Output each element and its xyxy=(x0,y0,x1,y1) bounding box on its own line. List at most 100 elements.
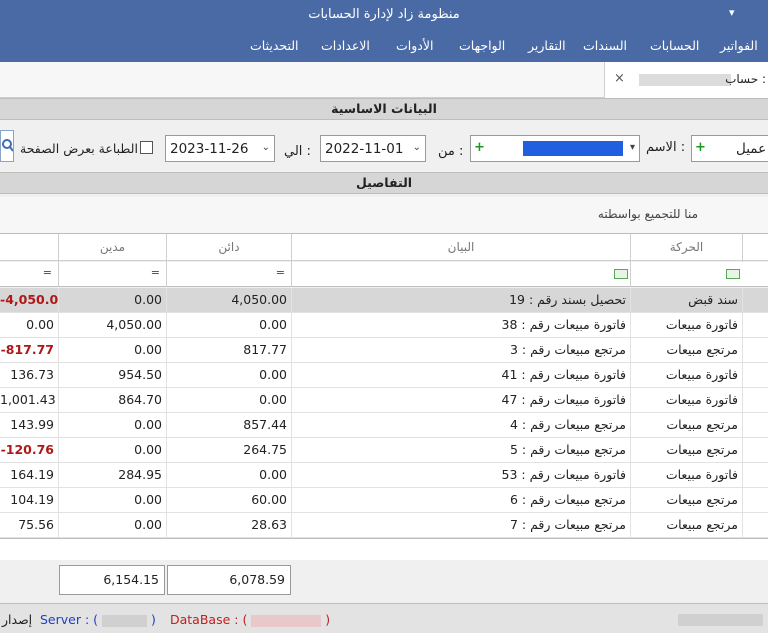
add-icon[interactable]: + xyxy=(695,140,706,155)
cell-balance[interactable]: 75.56 xyxy=(0,513,58,538)
cell-description[interactable]: فاتورة مبيعات رقم : 38 xyxy=(291,313,630,338)
filter-cell-balance[interactable]: = xyxy=(0,262,58,287)
menu-updates[interactable]: التحديثات xyxy=(250,38,299,53)
menu-views[interactable]: الواجهات xyxy=(459,38,505,53)
cell-balance[interactable]: 136.73 xyxy=(0,363,58,388)
cell-credit[interactable]: 264.75 xyxy=(166,438,291,463)
menu-vouchers[interactable]: السندات xyxy=(583,38,627,53)
cell-movement[interactable]: فاتورة مبيعات xyxy=(630,363,742,388)
cell-credit[interactable]: 0.00 xyxy=(166,463,291,488)
cell-description[interactable]: فاتورة مبيعات رقم : 53 xyxy=(291,463,630,488)
column-header-description[interactable]: البيان xyxy=(291,234,630,262)
cell-description[interactable]: تحصيل بسند رقم : 19 xyxy=(291,288,630,313)
cell-balance[interactable]: 0.00 xyxy=(0,313,58,338)
cell-debit[interactable]: 4,050.00 xyxy=(58,313,166,338)
cell-balance[interactable]: 104.19 xyxy=(0,488,58,513)
cell-description[interactable]: مرتجع مبيعات رقم : 6 xyxy=(291,488,630,513)
cell-description[interactable]: فاتورة مبيعات رقم : 47 xyxy=(291,388,630,413)
cell-debit[interactable]: 0.00 xyxy=(58,288,166,313)
row-indicator[interactable] xyxy=(742,413,768,438)
table-row[interactable]: مرتجع مبيعات مرتجع مبيعات رقم : 4 857.44 0.… xyxy=(0,413,768,438)
cell-debit[interactable]: 284.95 xyxy=(58,463,166,488)
cell-credit[interactable]: 0.00 xyxy=(166,313,291,338)
cell-movement[interactable]: مرتجع مبيعات xyxy=(630,413,742,438)
table-row[interactable]: فاتورة مبيعات فاتورة مبيعات رقم : 47 0.00 8… xyxy=(0,388,768,413)
table-row[interactable]: فاتورة مبيعات فاتورة مبيعات رقم : 38 0.00 4… xyxy=(0,313,768,338)
tab-account[interactable]: × حساب : xyxy=(604,62,768,98)
to-date-picker[interactable]: 2023-11-26 ⌄ xyxy=(165,135,275,162)
row-indicator[interactable] xyxy=(742,288,768,313)
cell-description[interactable]: مرتجع مبيعات رقم : 5 xyxy=(291,438,630,463)
filter-cell-credit[interactable]: = xyxy=(166,262,291,287)
print-page-width-checkbox[interactable] xyxy=(140,141,153,154)
table-row[interactable]: سند قبض تحصيل بسند رقم : 19 4,050.00 0.00 -4… xyxy=(0,288,768,313)
cell-credit[interactable]: 857.44 xyxy=(166,413,291,438)
cell-debit[interactable]: 0.00 xyxy=(58,338,166,363)
menu-invoices[interactable]: الفواتير xyxy=(720,38,758,53)
table-row[interactable]: مرتجع مبيعات مرتجع مبيعات رقم : 3 817.77 0.… xyxy=(0,338,768,363)
cell-description[interactable]: مرتجع مبيعات رقم : 3 xyxy=(291,338,630,363)
cell-balance[interactable]: 164.19 xyxy=(0,463,58,488)
search-button[interactable] xyxy=(0,130,14,162)
cell-debit[interactable]: 954.50 xyxy=(58,363,166,388)
cell-credit[interactable]: 0.00 xyxy=(166,388,291,413)
cell-description[interactable]: مرتجع مبيعات رقم : 4 xyxy=(291,413,630,438)
name-combo[interactable]: + ▾ xyxy=(470,135,640,162)
row-indicator[interactable] xyxy=(742,438,768,463)
from-date-picker[interactable]: 2022-11-01 ⌄ xyxy=(320,135,426,162)
group-by-panel[interactable]: منا للتجميع بواسطته xyxy=(0,197,768,233)
cell-credit[interactable]: 60.00 xyxy=(166,488,291,513)
cell-balance[interactable]: -120.76 xyxy=(0,438,58,463)
menu-accounts[interactable]: الحسابات xyxy=(650,38,699,53)
column-header-movement[interactable]: الحركة xyxy=(630,234,742,262)
filter-cell-description[interactable] xyxy=(291,262,630,287)
filter-cell-debit[interactable]: = xyxy=(58,262,166,287)
cell-movement[interactable]: مرتجع مبيعات xyxy=(630,488,742,513)
cell-movement[interactable]: فاتورة مبيعات xyxy=(630,388,742,413)
add-icon[interactable]: + xyxy=(474,140,485,155)
cell-movement[interactable]: مرتجع مبيعات xyxy=(630,513,742,538)
menu-reports[interactable]: التقارير xyxy=(528,38,566,53)
chevron-down-icon[interactable]: ⌄ xyxy=(413,142,421,153)
row-indicator[interactable] xyxy=(742,488,768,513)
row-indicator[interactable] xyxy=(742,338,768,363)
table-row[interactable]: فاتورة مبيعات فاتورة مبيعات رقم : 53 0.00 2… xyxy=(0,463,768,488)
table-row[interactable]: مرتجع مبيعات مرتجع مبيعات رقم : 7 28.63 0.0… xyxy=(0,513,768,538)
row-indicator[interactable] xyxy=(742,388,768,413)
cell-movement[interactable]: فاتورة مبيعات xyxy=(630,313,742,338)
cell-credit[interactable]: 0.00 xyxy=(166,363,291,388)
cell-debit[interactable]: 0.00 xyxy=(58,488,166,513)
table-row[interactable]: فاتورة مبيعات فاتورة مبيعات رقم : 41 0.00 9… xyxy=(0,363,768,388)
close-icon[interactable]: × xyxy=(614,71,625,86)
cell-description[interactable]: مرتجع مبيعات رقم : 7 xyxy=(291,513,630,538)
cell-balance[interactable]: 143.99 xyxy=(0,413,58,438)
cell-credit[interactable]: 817.77 xyxy=(166,338,291,363)
cell-movement[interactable]: فاتورة مبيعات xyxy=(630,463,742,488)
row-indicator[interactable] xyxy=(742,313,768,338)
row-indicator[interactable] xyxy=(742,463,768,488)
chevron-down-icon[interactable]: ▾ xyxy=(630,142,635,153)
cell-credit[interactable]: 28.63 xyxy=(166,513,291,538)
cell-movement[interactable]: مرتجع مبيعات xyxy=(630,338,742,363)
cell-balance[interactable]: 1,001.43 xyxy=(0,388,58,413)
column-header-balance[interactable] xyxy=(0,234,58,262)
column-header-debit[interactable]: مدين xyxy=(58,234,166,262)
menu-settings[interactable]: الاعدادات xyxy=(321,38,370,53)
cell-credit[interactable]: 4,050.00 xyxy=(166,288,291,313)
filter-cell-movement[interactable] xyxy=(630,262,742,287)
window-menu-icon[interactable]: ▾ xyxy=(729,6,735,19)
menu-tools[interactable]: الأدوات xyxy=(396,38,433,53)
cell-movement[interactable]: سند قبض xyxy=(630,288,742,313)
chevron-down-icon[interactable]: ⌄ xyxy=(262,142,270,153)
cell-balance[interactable]: -4,050.00 xyxy=(0,288,58,313)
cell-debit[interactable]: 0.00 xyxy=(58,438,166,463)
row-indicator[interactable] xyxy=(742,513,768,538)
table-row[interactable]: مرتجع مبيعات مرتجع مبيعات رقم : 5 264.75 0.… xyxy=(0,438,768,463)
cell-debit[interactable]: 864.70 xyxy=(58,388,166,413)
column-header-credit[interactable]: دائن xyxy=(166,234,291,262)
cell-debit[interactable]: 0.00 xyxy=(58,413,166,438)
cell-description[interactable]: فاتورة مبيعات رقم : 41 xyxy=(291,363,630,388)
cell-debit[interactable]: 0.00 xyxy=(58,513,166,538)
table-row[interactable]: مرتجع مبيعات مرتجع مبيعات رقم : 6 60.00 0.0… xyxy=(0,488,768,513)
account-type-combo[interactable]: + عميل xyxy=(691,135,768,162)
